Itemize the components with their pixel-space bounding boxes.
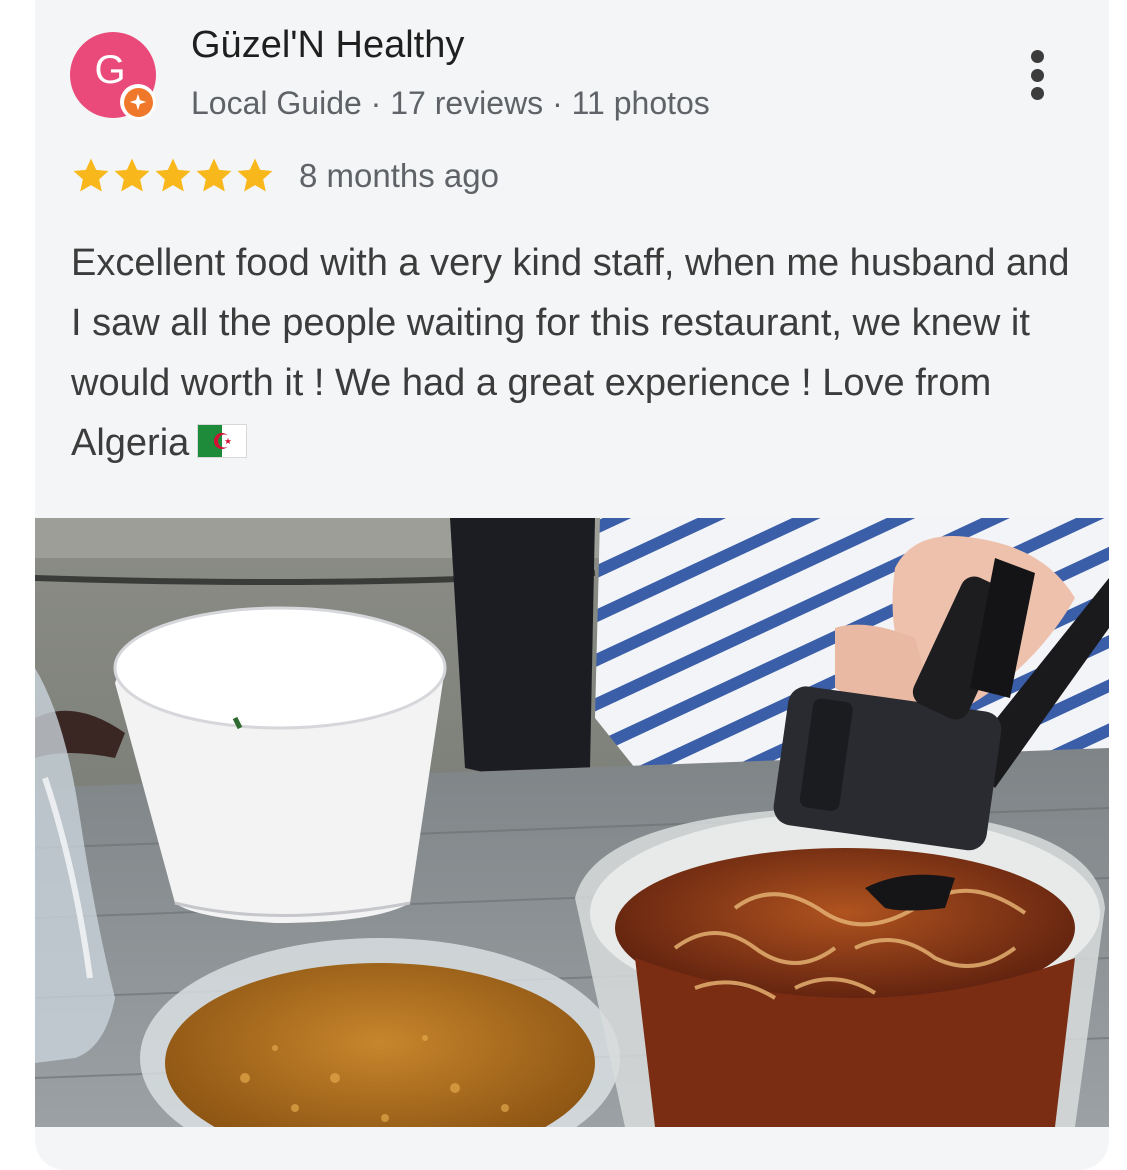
star-icon [237, 158, 273, 192]
author-meta: Local Guide · 17 reviews · 11 photos [191, 85, 710, 121]
star-icon [155, 158, 191, 192]
star-icon [114, 158, 150, 192]
more-vert-icon-dot [1030, 87, 1044, 100]
algeria-flag-icon [197, 423, 248, 458]
review-body: Excellent food with a very kind staff, w… [71, 233, 1081, 473]
star-icon [73, 158, 109, 192]
more-options-button[interactable] [1016, 44, 1058, 106]
author-name[interactable]: Güzel'N Healthy [191, 24, 464, 67]
local-guide-badge-icon [120, 84, 156, 120]
sparkle-icon [129, 93, 147, 111]
star-icon [196, 158, 232, 192]
food-photo-image [35, 518, 1109, 1127]
more-vert-icon [1030, 50, 1044, 63]
review-time: 8 months ago [299, 157, 499, 194]
review-photo[interactable] [35, 518, 1109, 1127]
more-vert-icon-dot [1030, 68, 1044, 82]
avatar-initial: G [94, 47, 126, 92]
star-rating [71, 156, 275, 196]
